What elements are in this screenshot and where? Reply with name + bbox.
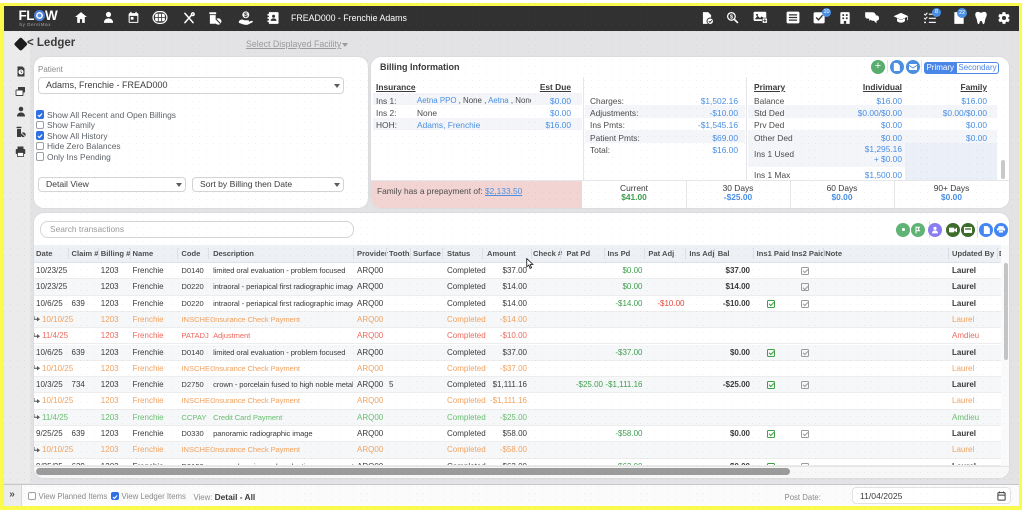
svg-text:$: $ (244, 12, 248, 19)
